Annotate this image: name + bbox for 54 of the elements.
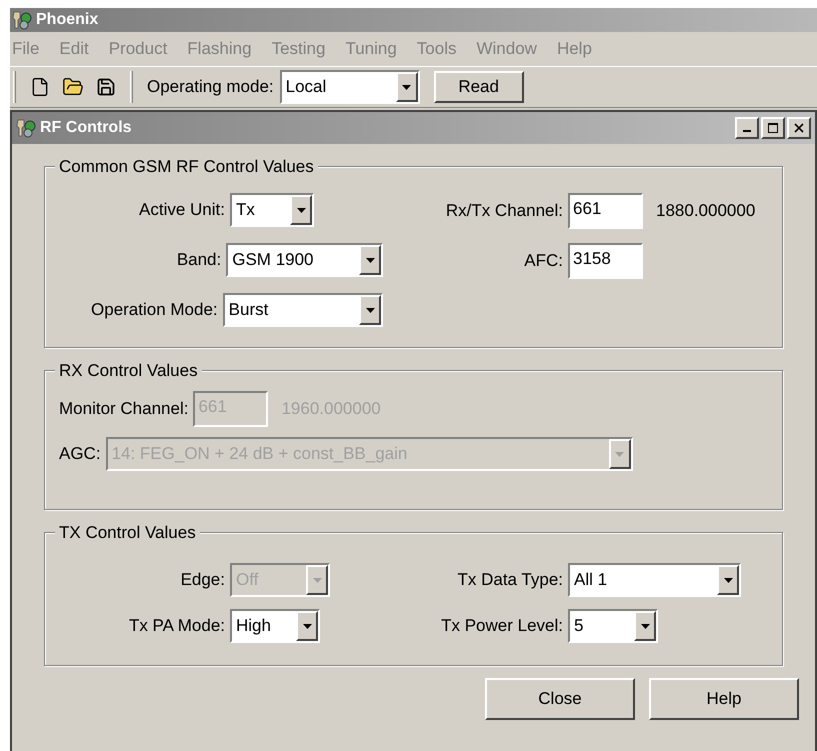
field-label: Tx Data Type: [456,569,563,592]
minimize-icon [743,130,751,132]
dropdown-field[interactable]: Tx [230,193,314,227]
dropdown-button[interactable] [359,245,381,275]
app-title: Phoenix [36,10,98,30]
close-button[interactable] [787,117,811,139]
dialog-button[interactable]: Help [649,678,799,720]
maximize-icon [768,123,778,133]
dropdown-button[interactable] [396,72,418,102]
dropdown-button[interactable] [290,195,312,225]
dropdown-field[interactable]: All 1 [568,563,741,597]
app-icon [16,118,38,138]
dropdown-arrow-icon [302,624,312,628]
dropdown-field[interactable]: Burst [222,293,383,327]
dropdown-field[interactable]: 5 [568,609,658,643]
field-label: Active Unit: [138,199,225,222]
dropdown-arrow-icon [366,258,374,262]
field-label: Operation Mode: [90,299,218,322]
save-icon[interactable] [96,77,116,97]
field-label: AGC: [59,443,101,466]
new-file-icon[interactable] [30,77,50,97]
dropdown-arrow-icon [615,452,624,456]
dropdown-arrow-icon [402,84,412,90]
dropdown-arrow-icon [366,308,374,312]
dropdown-arrow-icon [296,208,306,212]
dropdown-arrow-icon [724,578,732,582]
dropdown-button[interactable] [296,611,318,641]
dropdown-button[interactable] [634,611,656,641]
dropdown-field[interactable]: High [230,609,320,643]
window-title: RF Controls [40,118,133,138]
field-label: Rx/Tx Channel: [444,200,563,222]
operating-mode-dropdown[interactable]: Local [280,70,420,104]
maximize-button[interactable] [761,117,785,139]
read-button[interactable]: Read [434,71,524,103]
app-icon [12,10,34,30]
field-label: Edge: [180,569,225,592]
open-folder-icon[interactable] [62,76,84,98]
dropdown-arrow-icon [640,624,650,628]
field-label: Band: [176,249,222,272]
dropdown-field[interactable]: GSM 1900 [226,243,383,277]
dropdown-button[interactable] [717,565,739,595]
operating-mode-label: Operating mode: [147,76,274,98]
minimize-button[interactable] [735,117,759,139]
field-label: Tx PA Mode: [128,615,225,638]
input-field[interactable]: 661 [568,193,643,229]
frequency-readout: 1880.000000 [656,200,756,222]
input-field[interactable]: 3158 [568,243,643,279]
dialog-button[interactable]: Close [485,678,635,720]
close-icon [794,123,804,133]
dropdown-arrow-icon [312,578,322,582]
field-label: Tx Power Level: [440,615,563,638]
field-label: Monitor Channel: [59,398,188,420]
field-label: AFC: [523,250,563,272]
dropdown-button[interactable] [359,295,381,325]
